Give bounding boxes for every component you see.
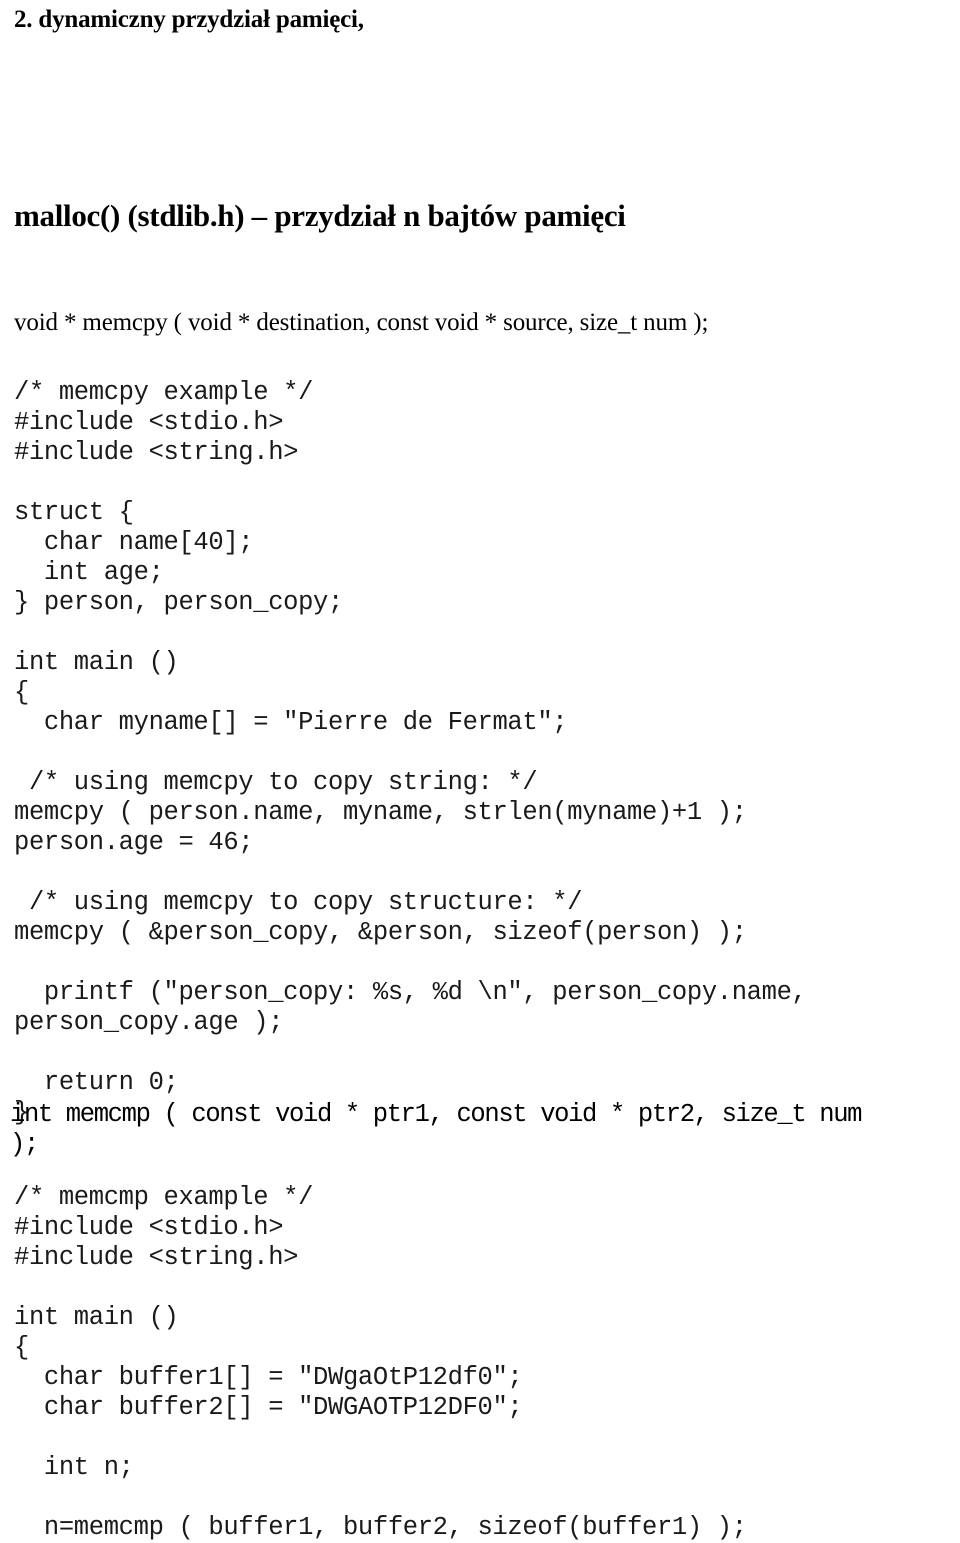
code-block-memcpy: /* memcpy example */#include <stdio.h> #i… [14, 377, 807, 1128]
code-line: struct { [14, 497, 134, 527]
code-line: { [14, 1332, 29, 1362]
code-line: int main () [14, 1302, 179, 1332]
code-line: #include <string.h> [14, 1242, 299, 1272]
code-line: int n; [14, 1452, 134, 1482]
code-line: int age; [14, 557, 164, 587]
code-line: n=memcmp ( buffer1, buffer2, sizeof(buff… [14, 1512, 747, 1542]
code-line: ); [10, 1130, 39, 1159]
code-line: /* using memcpy to copy string: */ [14, 767, 538, 797]
topic-heading-malloc: malloc() (stdlib.h) – przydział n bajtów… [14, 198, 626, 233]
memcpy-prototype: void * memcpy ( void * destination, cons… [14, 309, 709, 336]
code-line: /* memcmp example */ [14, 1182, 314, 1212]
code-line: { [14, 677, 29, 707]
code-line: } person, person_copy; [14, 587, 343, 617]
code-line: printf ("person_copy: %s, %d \n", person… [14, 977, 807, 1007]
code-line: char buffer2[] = "DWGAOTP12DF0"; [14, 1392, 523, 1422]
code-line: /* using memcpy to copy structure: */ [14, 887, 583, 917]
code-line: char buffer1[] = "DWgaOtP12df0"; [14, 1362, 523, 1392]
code-line: /* memcpy example */ [14, 377, 314, 407]
code-line: int memcmp ( const void * ptr1, const vo… [10, 1100, 862, 1129]
code-line: return 0; [14, 1067, 179, 1097]
code-line: #include <stdio.h> [14, 1212, 284, 1242]
code-line: char name[40]; [14, 527, 254, 557]
page-title: 2. dynamiczny przydział pamięci, [14, 6, 364, 33]
code-line: #include <stdio.h> [14, 407, 284, 437]
code-line: char myname[] = "Pierre de Fermat"; [14, 707, 568, 737]
code-line: person_copy.age ); [14, 1007, 284, 1037]
code-block-memcmp: /* memcmp example */#include <stdio.h> #i… [14, 1183, 747, 1543]
code-line: memcpy ( &person_copy, &person, sizeof(p… [14, 917, 747, 947]
code-line: int main () [14, 647, 179, 677]
memcmp-prototype: int memcmp ( const void * ptr1, const vo… [10, 1100, 862, 1160]
code-line: memcpy ( person.name, myname, strlen(myn… [14, 797, 747, 827]
code-line: #include <string.h> [14, 437, 299, 467]
document-page: 2. dynamiczny przydział pamięci, malloc(… [0, 0, 960, 1542]
code-line: person.age = 46; [14, 827, 254, 857]
